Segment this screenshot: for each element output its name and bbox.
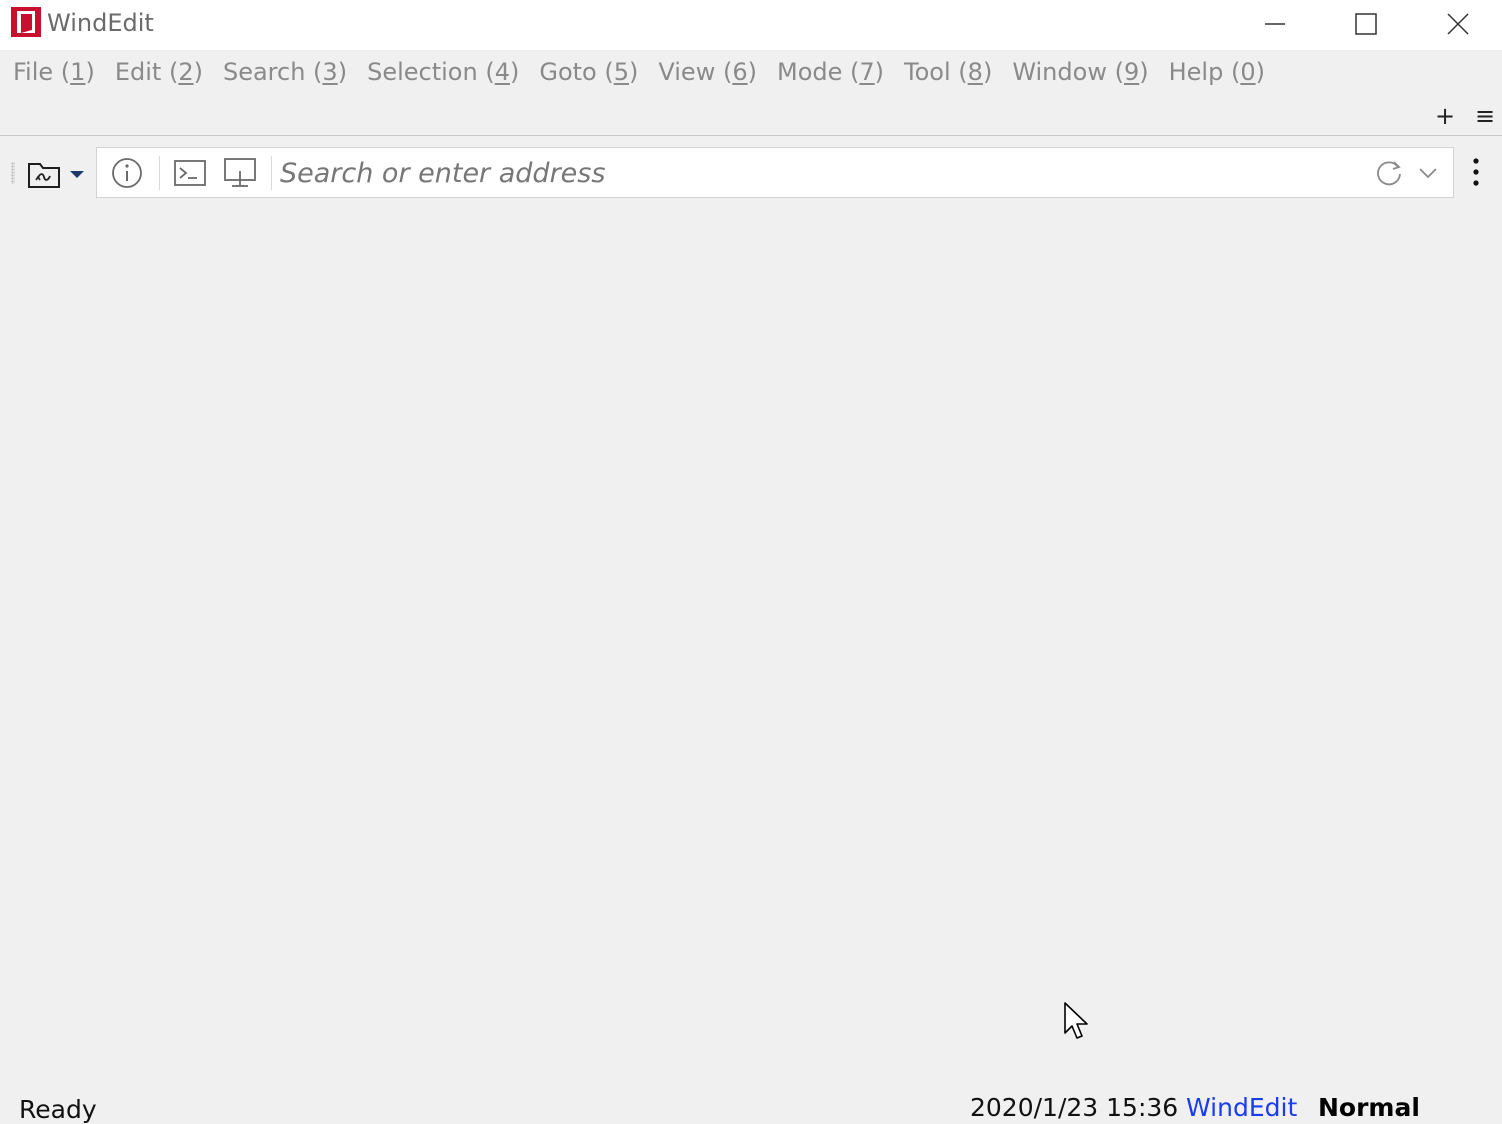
remote-screen-button[interactable]	[223, 156, 257, 190]
minimize-button[interactable]	[1229, 0, 1321, 48]
toolbar	[0, 140, 1502, 204]
maximize-button[interactable]	[1320, 0, 1412, 48]
hamburger-icon: ≡	[1474, 102, 1496, 130]
refresh-icon	[1377, 161, 1401, 186]
status-app-link[interactable]: WindEdit	[1186, 1090, 1297, 1124]
caret-down-icon	[70, 171, 84, 178]
address-history-dropdown[interactable]	[1411, 156, 1445, 190]
info-button[interactable]	[110, 156, 144, 190]
more-options-button[interactable]	[1461, 154, 1491, 190]
vertical-ellipsis-icon	[1473, 158, 1479, 186]
chevron-down-icon	[1419, 168, 1437, 179]
menu-mode[interactable]: Mode (7)	[767, 57, 894, 87]
close-button[interactable]	[1412, 0, 1502, 48]
title-bar: WindEdit	[0, 0, 1502, 50]
folder-icon	[28, 163, 60, 188]
minimize-icon	[1265, 23, 1285, 25]
menu-edit[interactable]: Edit (2)	[105, 57, 213, 87]
mouse-pointer-icon	[1063, 1001, 1091, 1043]
terminal-button[interactable]	[173, 156, 207, 190]
address-bar-divider	[159, 156, 160, 190]
editor-content-area[interactable]	[0, 206, 1502, 1086]
status-datetime: 2020/1/23 15:36	[970, 1093, 1179, 1122]
status-bar: Ready 2020/1/23 15:36 WindEdit Normal Mo…	[0, 1088, 1502, 1124]
menu-view[interactable]: View (6)	[648, 57, 767, 87]
reload-button[interactable]	[1372, 156, 1406, 190]
tab-strip: + ≡	[0, 94, 1502, 136]
toolbar-grip-handle[interactable]	[11, 162, 15, 184]
close-icon	[1447, 13, 1469, 35]
menu-selection[interactable]: Selection (4)	[357, 57, 529, 87]
folder-dropdown-button[interactable]	[26, 154, 90, 194]
screen-icon	[224, 158, 256, 187]
terminal-icon	[174, 160, 206, 186]
menu-bar: File (1) Edit (2) Search (3) Selection (…	[0, 52, 1502, 92]
address-bar-divider	[271, 156, 272, 190]
address-bar	[96, 147, 1454, 198]
menu-search[interactable]: Search (3)	[213, 57, 357, 87]
new-tab-button[interactable]: +	[1429, 100, 1461, 132]
tab-list-button[interactable]: ≡	[1469, 100, 1501, 132]
plus-icon: +	[1434, 102, 1456, 130]
menu-tool[interactable]: Tool (8)	[894, 57, 1002, 87]
status-mode[interactable]: Normal Mode	[1318, 1090, 1502, 1124]
info-icon	[112, 158, 142, 188]
menu-window[interactable]: Window (9)	[1002, 57, 1158, 87]
menu-goto[interactable]: Goto (5)	[529, 57, 648, 87]
menu-help[interactable]: Help (0)	[1159, 57, 1275, 87]
maximize-icon	[1355, 13, 1377, 35]
address-input[interactable]	[280, 154, 1360, 192]
menu-file[interactable]: File (1)	[3, 57, 105, 87]
status-text: Ready	[19, 1095, 97, 1124]
window-title: WindEdit	[47, 9, 154, 37]
app-logo-icon	[10, 6, 42, 38]
